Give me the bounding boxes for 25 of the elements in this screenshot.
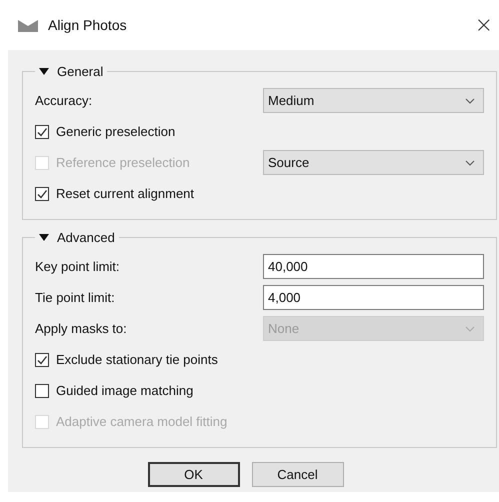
- input-field[interactable]: 4,000: [263, 285, 484, 310]
- checkbox[interactable]: [35, 124, 49, 138]
- dropdown[interactable]: Medium: [263, 88, 484, 113]
- chevron-down-icon: [465, 98, 475, 104]
- checkbox-option[interactable]: Exclude stationary tie points: [35, 352, 218, 367]
- checkbox[interactable]: [35, 384, 49, 398]
- checkbox-option[interactable]: Reset current alignment: [35, 186, 194, 201]
- checkbox-option[interactable]: Guided image matching: [35, 383, 194, 398]
- window-title: Align Photos: [48, 17, 128, 33]
- dialog-button[interactable]: Cancel: [252, 462, 344, 487]
- checkbox[interactable]: [35, 352, 49, 366]
- section-toggle[interactable]: General: [39, 64, 104, 79]
- field-label: Apply masks to:: [35, 321, 128, 336]
- field-label: Key point limit:: [35, 259, 121, 274]
- field-label: Accuracy:: [35, 93, 94, 108]
- section-toggle[interactable]: Advanced: [39, 230, 115, 245]
- input-field[interactable]: 40,000: [263, 254, 484, 279]
- checkbox[interactable]: [35, 186, 49, 200]
- field-label: Tie point limit:: [35, 290, 116, 305]
- chevron-down-icon: [465, 160, 475, 166]
- close-button[interactable]: ×: [468, 12, 499, 38]
- checkbox-option[interactable]: Generic preselection: [35, 124, 176, 139]
- app-icon: [18, 18, 38, 32]
- chevron-down-icon: [465, 326, 475, 332]
- dialog-button[interactable]: OK: [148, 462, 240, 487]
